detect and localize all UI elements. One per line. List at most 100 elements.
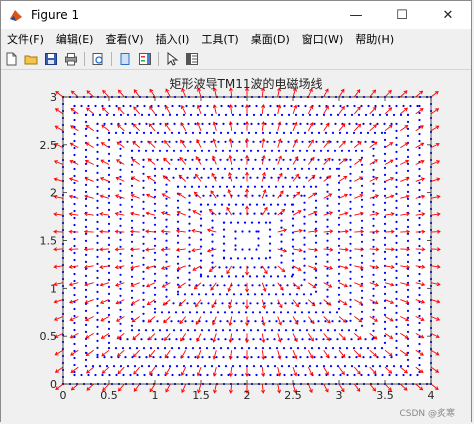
menu-insert[interactable]: 插入(I)	[150, 31, 196, 47]
h-field-point	[360, 261, 364, 264]
h-field-point	[218, 293, 222, 296]
h-field-point	[273, 365, 277, 368]
h-field-point	[338, 131, 342, 134]
h-field-point	[188, 167, 192, 170]
h-field-point	[254, 131, 258, 134]
h-field-point	[107, 327, 111, 330]
h-field-point	[216, 284, 219, 287]
h-field-point	[226, 320, 229, 323]
link-plot-icon[interactable]	[115, 50, 135, 68]
h-field-point	[268, 347, 272, 350]
h-field-point	[264, 257, 268, 260]
h-field-point	[348, 122, 351, 125]
close-button[interactable]: ✕	[425, 1, 471, 29]
menu-window[interactable]: 窗口(W)	[296, 31, 349, 47]
h-field-point	[73, 146, 76, 150]
new-figure-icon[interactable]	[1, 50, 21, 68]
h-field-point	[253, 293, 257, 296]
maximize-button[interactable]: ☐	[379, 1, 425, 29]
h-field-point	[247, 131, 251, 134]
h-field-point	[406, 169, 410, 172]
h-field-point	[84, 330, 88, 333]
h-field-point	[227, 203, 231, 206]
h-field-point	[372, 175, 375, 178]
h-field-point	[269, 203, 273, 206]
h-field-point	[142, 270, 145, 273]
h-field-point	[222, 256, 226, 259]
h-field-point	[372, 147, 375, 150]
h-field-point	[349, 207, 352, 210]
menu-edit[interactable]: 编辑(E)	[50, 31, 100, 47]
h-field-point	[152, 356, 155, 359]
save-icon[interactable]	[41, 50, 61, 68]
figure-window: Figure 1 — ☐ ✕ 文件(F) 编辑(E) 查看(V) 插入(I) 工…	[0, 0, 473, 423]
h-field-point	[272, 194, 275, 197]
h-field-point	[222, 242, 226, 245]
h-field-point	[214, 329, 218, 332]
h-field-point	[418, 272, 421, 276]
h-field-point	[314, 227, 318, 230]
h-field-point	[315, 113, 319, 116]
h-field-point	[199, 238, 203, 241]
h-field-point	[258, 284, 261, 287]
h-field-point	[300, 311, 304, 314]
h-field-point	[119, 365, 123, 368]
h-field-point	[178, 373, 181, 377]
h-field-point	[395, 248, 398, 251]
h-field-point	[234, 244, 237, 247]
h-field-point	[142, 298, 145, 301]
field-plot[interactable]: 矩形波导TM11波的电磁场线 0 0.5 1 1.5 2 2.5 3 3.5 4 0 0.5 1 1.5…	[1, 70, 473, 423]
h-field-point	[270, 329, 274, 332]
h-field-point	[168, 140, 171, 143]
h-field-point	[314, 167, 318, 170]
h-field-point	[107, 292, 111, 295]
h-field-point	[221, 176, 224, 179]
h-field-point	[73, 202, 76, 206]
h-field-point	[84, 344, 88, 347]
h-field-point	[188, 201, 191, 204]
h-field-point	[195, 167, 199, 170]
menu-tools[interactable]: 工具(T)	[195, 31, 244, 47]
menu-file[interactable]: 文件(F)	[1, 31, 50, 47]
h-field-point	[108, 373, 111, 377]
h-field-point	[119, 168, 122, 171]
h-field-point	[383, 166, 387, 169]
menu-view[interactable]: 查看(V)	[99, 31, 149, 47]
h-field-point	[360, 289, 364, 292]
h-field-point	[227, 275, 231, 278]
h-field-point	[319, 329, 323, 332]
h-field-point	[369, 122, 372, 125]
h-field-point	[252, 365, 256, 368]
h-field-point	[350, 365, 354, 368]
print-icon[interactable]	[61, 50, 81, 68]
h-field-point	[418, 209, 421, 213]
h-field-point	[326, 197, 329, 200]
h-field-point	[144, 149, 148, 152]
pointer-icon[interactable]	[162, 50, 182, 68]
h-field-point	[337, 272, 341, 275]
print-preview-icon[interactable]	[88, 50, 108, 68]
h-field-point	[250, 356, 253, 359]
h-field-point	[205, 320, 208, 323]
h-field-point	[372, 280, 375, 283]
open-file-icon[interactable]	[21, 50, 41, 68]
h-field-point	[303, 320, 306, 323]
h-field-point	[219, 347, 223, 350]
insert-colorbar-icon[interactable]	[135, 50, 155, 68]
x-tick-label: 0	[60, 389, 67, 402]
h-field-point	[300, 284, 303, 287]
h-field-point	[249, 329, 253, 332]
property-inspector-icon[interactable]	[182, 50, 202, 68]
h-field-point	[360, 233, 364, 236]
menu-desktop[interactable]: 桌面(D)	[245, 31, 296, 47]
h-field-point	[84, 288, 88, 291]
minimize-button[interactable]: —	[333, 1, 379, 29]
h-field-point	[306, 356, 309, 359]
h-field-point	[130, 289, 134, 292]
h-field-point	[383, 271, 387, 274]
h-field-point	[291, 149, 295, 152]
h-field-point	[360, 268, 364, 271]
menu-help[interactable]: 帮助(H)	[349, 31, 400, 47]
h-field-point	[322, 113, 326, 116]
h-field-point	[96, 227, 99, 230]
